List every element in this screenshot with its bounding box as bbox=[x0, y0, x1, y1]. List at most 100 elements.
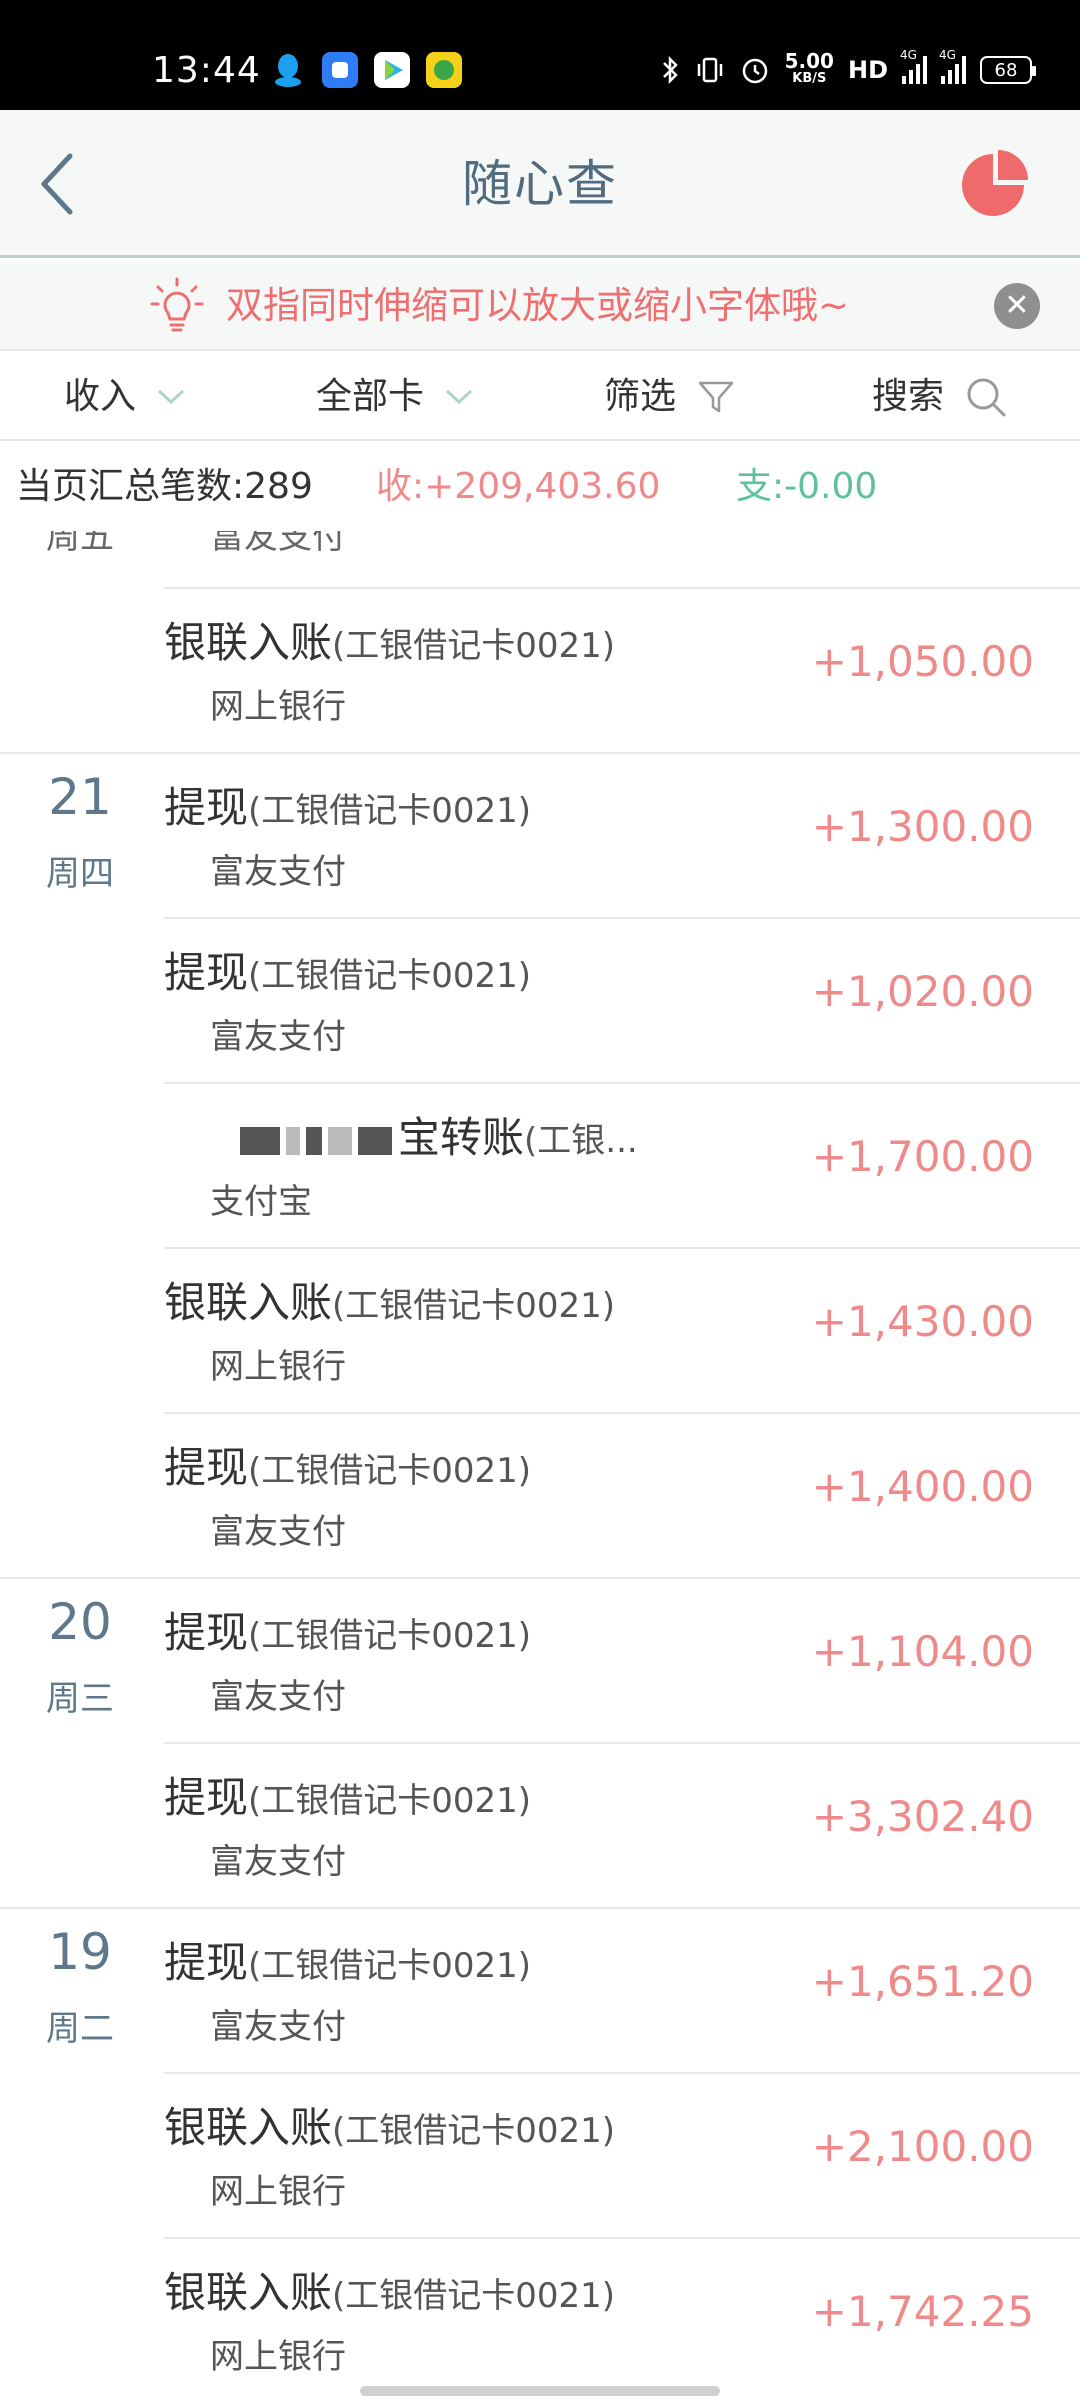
status-time: 13:44 bbox=[152, 50, 261, 91]
transaction-title: 提现(工银借记卡0021) bbox=[164, 939, 531, 1000]
game-app-icon bbox=[426, 52, 462, 88]
row-divider bbox=[164, 1742, 1080, 1744]
statistics-button[interactable] bbox=[960, 148, 1030, 218]
card-name: (工银借记卡0021) bbox=[332, 626, 616, 666]
summary-income: 收:+209,403.60 bbox=[376, 466, 661, 507]
hd-indicator: HD bbox=[847, 56, 888, 84]
row-divider bbox=[164, 2237, 1080, 2239]
transaction-row[interactable]: 银联入账(工银借记卡0021) 网上银行 +1,742.25 bbox=[0, 2237, 1080, 2400]
transaction-amount: +1,104.00 bbox=[811, 1627, 1034, 1676]
transaction-row[interactable]: 银联入账(工银借记卡0021) 网上银行 +2,100.00 bbox=[0, 2072, 1080, 2237]
transaction-type: 宝转账 bbox=[398, 1113, 525, 1162]
date-weekday: 周三 bbox=[46, 1679, 114, 1719]
row-divider bbox=[164, 917, 1080, 919]
row-divider bbox=[164, 1412, 1080, 1414]
transaction-title: 银联入账(工银借记卡0021) bbox=[164, 2259, 615, 2320]
transaction-type: 银联入账 bbox=[164, 2268, 333, 2317]
date-weekday: 周四 bbox=[46, 854, 114, 894]
transaction-row[interactable]: 银联入账(工银借记卡0021) 网上银行 +1,430.00 bbox=[0, 1247, 1080, 1412]
transaction-type: 提现 bbox=[164, 1938, 249, 1987]
transaction-channel: 富友支付 bbox=[210, 1842, 346, 1882]
title-bar: 随心查 bbox=[0, 110, 1080, 258]
card-name: (工银借记卡0021) bbox=[248, 1451, 532, 1491]
card-name: (工银借记卡0021) bbox=[248, 956, 532, 996]
redacted-name bbox=[240, 1116, 398, 1165]
battery-icon: 68 bbox=[980, 56, 1036, 84]
close-tip-button[interactable]: ✕ bbox=[994, 283, 1040, 329]
summary-count: 当页汇总笔数:289 bbox=[16, 466, 313, 507]
transaction-amount: +1,400.00 bbox=[811, 1462, 1034, 1511]
transaction-row[interactable]: 提现(工银借记卡0021) 富友支付 +1,020.00 bbox=[0, 917, 1080, 1082]
search-icon bbox=[967, 378, 1006, 417]
card-dropdown[interactable]: 全部卡 bbox=[316, 353, 474, 441]
transaction-list[interactable]: 周五 富友支付 银联入账(工银借记卡0021) 网上银行 +1,050.00 21 周四… bbox=[0, 531, 1080, 2400]
transaction-channel: 富友支付 bbox=[210, 1017, 346, 1057]
row-divider bbox=[164, 1082, 1080, 1084]
vibrate-icon bbox=[697, 57, 722, 83]
transaction-row[interactable]: 21 周四 提现(工银借记卡0021) 富友支付 +1,300.00 bbox=[0, 752, 1080, 917]
transaction-type: 提现 bbox=[164, 783, 249, 832]
transaction-title: 银联入账(工银借记卡0021) bbox=[164, 1269, 615, 1330]
transaction-channel: 富友支付 bbox=[210, 852, 346, 892]
date-weekday: 周二 bbox=[46, 2009, 114, 2049]
row-divider bbox=[0, 1577, 1080, 1579]
filter-button[interactable]: 筛选 bbox=[604, 353, 736, 441]
filter-bar: 收入 全部卡 筛选 搜索 bbox=[0, 353, 1080, 441]
video-app-icon bbox=[374, 52, 410, 88]
status-indicators: 5.00 KB/S HD 4G 4G 68 bbox=[661, 48, 1036, 88]
date-day: 19 bbox=[48, 1923, 112, 1981]
transaction-channel: 网上银行 bbox=[210, 2337, 346, 2377]
transaction-amount: +3,302.40 bbox=[811, 1792, 1034, 1841]
tip-banner: 双指同时伸缩可以放大或缩小字体哦~ ✕ bbox=[0, 261, 1080, 351]
partial-list-item: 周五 富友支付 bbox=[46, 531, 346, 557]
message-app-icon bbox=[322, 52, 358, 88]
row-divider bbox=[164, 1247, 1080, 1249]
card-name: (工银借记卡0021) bbox=[248, 1781, 532, 1821]
filter-icon bbox=[698, 381, 734, 413]
transaction-row[interactable]: 宝转账(工银... 支付宝 +1,700.00 bbox=[0, 1082, 1080, 1247]
card-name: (工银借记卡0021) bbox=[248, 791, 532, 831]
transaction-amount: +1,020.00 bbox=[811, 967, 1034, 1016]
bluetooth-icon bbox=[662, 55, 678, 85]
transaction-row[interactable]: 提现(工银借记卡0021) 富友支付 +1,400.00 bbox=[0, 1412, 1080, 1577]
home-indicator[interactable] bbox=[360, 2386, 720, 2396]
transaction-row[interactable]: 提现(工银借记卡0021) 富友支付 +3,302.40 bbox=[0, 1742, 1080, 1907]
transaction-title: 提现(工银借记卡0021) bbox=[164, 1764, 531, 1825]
transaction-type: 提现 bbox=[164, 1608, 249, 1657]
transaction-type: 提现 bbox=[164, 1443, 249, 1492]
row-divider bbox=[0, 752, 1080, 754]
transaction-title: 提现(工银借记卡0021) bbox=[164, 1929, 531, 1990]
transaction-channel: 网上银行 bbox=[210, 2172, 346, 2212]
date-day: 20 bbox=[48, 1593, 112, 1651]
network-speed: 5.00 KB/S bbox=[784, 49, 834, 86]
transaction-channel: 富友支付 bbox=[210, 1512, 346, 1552]
card-name: (工银借记卡0021) bbox=[332, 2276, 616, 2316]
transaction-amount: +1,430.00 bbox=[811, 1297, 1034, 1346]
transaction-type: 提现 bbox=[164, 1773, 249, 1822]
transaction-title: 宝转账(工银... bbox=[240, 1104, 638, 1165]
income-type-dropdown[interactable]: 收入 bbox=[64, 353, 186, 441]
alarm-icon bbox=[742, 58, 767, 84]
transaction-amount: +1,050.00 bbox=[811, 637, 1034, 686]
card-name: (工银... bbox=[524, 1121, 638, 1161]
transaction-title: 银联入账(工银借记卡0021) bbox=[164, 2094, 615, 2155]
close-icon: ✕ bbox=[1004, 288, 1030, 323]
transaction-channel: 富友支付 bbox=[210, 2007, 346, 2047]
page-title: 随心查 bbox=[462, 155, 618, 213]
search-button[interactable]: 搜索 bbox=[872, 353, 1008, 441]
transaction-type: 银联入账 bbox=[164, 2103, 333, 2152]
card-name: (工银借记卡0021) bbox=[248, 1946, 532, 1986]
transaction-row[interactable]: 19 周二 提现(工银借记卡0021) 富友支付 +1,651.20 bbox=[0, 1907, 1080, 2072]
transaction-amount: +1,300.00 bbox=[811, 802, 1034, 851]
chevron-down-icon bbox=[446, 389, 473, 405]
transaction-row[interactable]: 银联入账(工银借记卡0021) 网上银行 +1,050.00 bbox=[0, 587, 1080, 752]
signal-icon-1: 4G bbox=[900, 48, 927, 84]
transaction-channel: 网上银行 bbox=[210, 1347, 346, 1387]
transaction-title: 提现(工银借记卡0021) bbox=[164, 1599, 531, 1660]
qq-icon bbox=[270, 52, 306, 88]
transaction-row[interactable]: 20 周三 提现(工银借记卡0021) 富友支付 +1,104.00 bbox=[0, 1577, 1080, 1742]
transaction-amount: +1,742.25 bbox=[811, 2287, 1034, 2336]
row-divider bbox=[164, 587, 1080, 589]
transaction-title: 银联入账(工银借记卡0021) bbox=[164, 609, 615, 670]
transaction-amount: +2,100.00 bbox=[811, 2122, 1034, 2171]
